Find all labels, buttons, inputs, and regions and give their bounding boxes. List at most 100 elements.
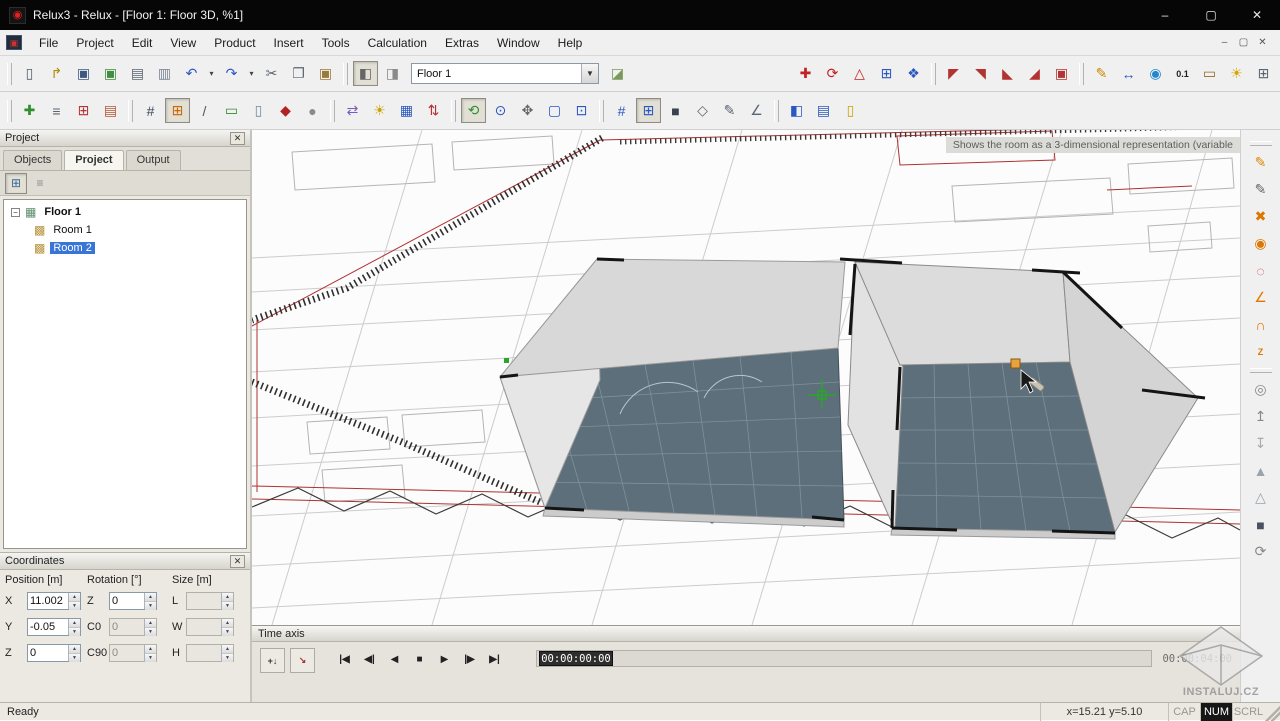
chevron-down-icon[interactable]: ▼	[581, 64, 598, 83]
cut-icon[interactable]: ✂	[259, 61, 284, 86]
spinner-down-icon[interactable]: ▼	[145, 601, 156, 610]
step-back-button[interactable]: ◀|	[358, 649, 381, 669]
hierarchy-view-icon[interactable]: ⊞	[5, 173, 27, 194]
calculation-table-icon[interactable]: ⊞	[1251, 61, 1276, 86]
new-file-icon[interactable]: ▯	[17, 61, 42, 86]
minimize-button[interactable]: –	[1142, 0, 1188, 30]
position-x-stepper[interactable]: ▲▼	[68, 593, 80, 609]
snap-ne-icon[interactable]: ◥	[968, 61, 993, 86]
group-icon[interactable]: ❖	[901, 61, 926, 86]
swap-icon[interactable]: ⇅	[421, 98, 446, 123]
play-button[interactable]: ▶	[433, 649, 456, 669]
rotation-z-field[interactable]: ▲▼	[109, 592, 157, 610]
floor-selector[interactable]: Floor 1 ▼	[411, 63, 599, 84]
close-icon[interactable]: ✕	[230, 132, 245, 145]
spinner-up-icon[interactable]: ▲	[69, 619, 80, 627]
materials-icon[interactable]: ▦	[394, 98, 419, 123]
pen-icon[interactable]: ✎	[1089, 61, 1114, 86]
decimal-places-icon[interactable]: 0.1	[1170, 61, 1195, 86]
sheet-check-icon[interactable]: ▤	[98, 98, 123, 123]
ruler-icon[interactable]: ▭	[1197, 61, 1222, 86]
add-lamp-icon[interactable]: ☀	[367, 98, 392, 123]
raise-icon[interactable]: ↥	[1248, 404, 1273, 429]
tab-project[interactable]: Project	[64, 150, 123, 170]
snap-center-icon[interactable]: ▣	[1049, 61, 1074, 86]
menu-item-view[interactable]: View	[161, 32, 205, 54]
spinner-down-icon[interactable]: ▼	[69, 653, 80, 662]
position-x-field[interactable]: ▲▼	[27, 592, 81, 610]
position-z-field[interactable]: ▲▼	[27, 644, 81, 662]
room-grid-icon[interactable]: ⊞	[165, 98, 190, 123]
probe-icon[interactable]: ✎	[717, 98, 742, 123]
menu-item-window[interactable]: Window	[488, 32, 549, 54]
position-y-field[interactable]: ▲▼	[27, 618, 81, 636]
spinner-down-icon[interactable]: ▼	[69, 627, 80, 636]
layer-grid-icon[interactable]: ⊞	[636, 98, 661, 123]
close-button[interactable]: ✕	[1234, 0, 1280, 30]
axis-angle-icon[interactable]: ∠	[744, 98, 769, 123]
note-sheet-icon[interactable]: ▯	[838, 98, 863, 123]
redo-icon[interactable]: ↷	[219, 61, 244, 86]
menu-item-product[interactable]: Product	[205, 32, 264, 54]
sphere-tool-icon[interactable]: ●	[300, 98, 325, 123]
tree-label-room1[interactable]: Room 1	[50, 224, 95, 236]
dimension-icon[interactable]: ↔	[1116, 61, 1141, 86]
point-marker-icon[interactable]: ◉	[1248, 231, 1273, 256]
maximize-button[interactable]: ▢	[1188, 0, 1234, 30]
add-timepoint-icon[interactable]: +↓	[260, 648, 285, 673]
undo-icon[interactable]: ↶	[179, 61, 204, 86]
current-time-display[interactable]: 00:00:00:00	[539, 651, 613, 666]
insert-object-icon[interactable]: ✚	[17, 98, 42, 123]
position-y-input[interactable]	[28, 619, 68, 635]
angle-tool-icon[interactable]: ∠	[1248, 285, 1273, 310]
spinner-down-icon[interactable]: ▼	[69, 601, 80, 610]
mdi-minimize-button[interactable]: –	[1215, 37, 1234, 48]
column-tool-icon[interactable]: ▯	[246, 98, 271, 123]
spinner-up-icon[interactable]: ▲	[69, 593, 80, 601]
save-icon[interactable]: ▣	[71, 61, 96, 86]
object-tool-icon[interactable]: ◆	[273, 98, 298, 123]
layer-stack-icon[interactable]: ▤	[811, 98, 836, 123]
tree-label-room2[interactable]: Room 2	[50, 242, 95, 254]
select-frame-icon[interactable]: ▢	[542, 98, 567, 123]
undo-dropdown-icon[interactable]: ▾	[206, 61, 217, 86]
toolbar-grip[interactable]	[7, 63, 12, 85]
view-3d-icon[interactable]: ◧	[353, 61, 378, 86]
tab-objects[interactable]: Objects	[3, 150, 62, 170]
stop-button[interactable]: ■	[408, 649, 431, 669]
zoom-icon[interactable]: ⊙	[488, 98, 513, 123]
document-window-icon[interactable]: ▣	[6, 35, 22, 50]
z-axis-icon[interactable]: Z	[1248, 339, 1273, 364]
lower-icon[interactable]: ↧	[1248, 431, 1273, 456]
position-z-input[interactable]	[28, 645, 68, 661]
shift-timepoint-icon[interactable]: ↘	[290, 648, 315, 673]
cone-icon[interactable]: ▲	[1248, 458, 1273, 483]
close-icon[interactable]: ✕	[230, 555, 245, 568]
move-axis-icon[interactable]: ⇄	[340, 98, 365, 123]
menu-item-insert[interactable]: Insert	[265, 32, 313, 54]
timeline-track[interactable]	[536, 650, 1152, 667]
save-all-icon[interactable]: ▣	[98, 61, 123, 86]
toolbar-grip[interactable]	[1250, 141, 1272, 146]
menu-item-project[interactable]: Project	[67, 32, 122, 54]
pencil-gray-icon[interactable]: ✎	[1248, 177, 1273, 202]
collapse-icon[interactable]: −	[11, 208, 20, 217]
play-backward-button[interactable]: ◀	[383, 649, 406, 669]
mirror-object-icon[interactable]: △	[847, 61, 872, 86]
toolbar-grip[interactable]	[7, 100, 12, 122]
project-cube-icon[interactable]: ◧	[784, 98, 809, 123]
move-object-icon[interactable]: ✚	[793, 61, 818, 86]
luminaire-icon[interactable]: ☀	[1224, 61, 1249, 86]
orbit-view-icon[interactable]: ⟲	[461, 98, 486, 123]
menu-item-extras[interactable]: Extras	[436, 32, 488, 54]
align-grid-icon[interactable]: ⊞	[874, 61, 899, 86]
menu-item-edit[interactable]: Edit	[123, 32, 162, 54]
resize-grip[interactable]	[1264, 703, 1280, 721]
menu-item-calculation[interactable]: Calculation	[359, 32, 436, 54]
render-dark-icon[interactable]: ■	[663, 98, 688, 123]
snap-nw-icon[interactable]: ◤	[941, 61, 966, 86]
print-icon[interactable]: ▤	[125, 61, 150, 86]
skip-start-button[interactable]: |◀	[333, 649, 356, 669]
position-y-stepper[interactable]: ▲▼	[68, 619, 80, 635]
arc-tool-icon[interactable]: ∩	[1248, 312, 1273, 337]
